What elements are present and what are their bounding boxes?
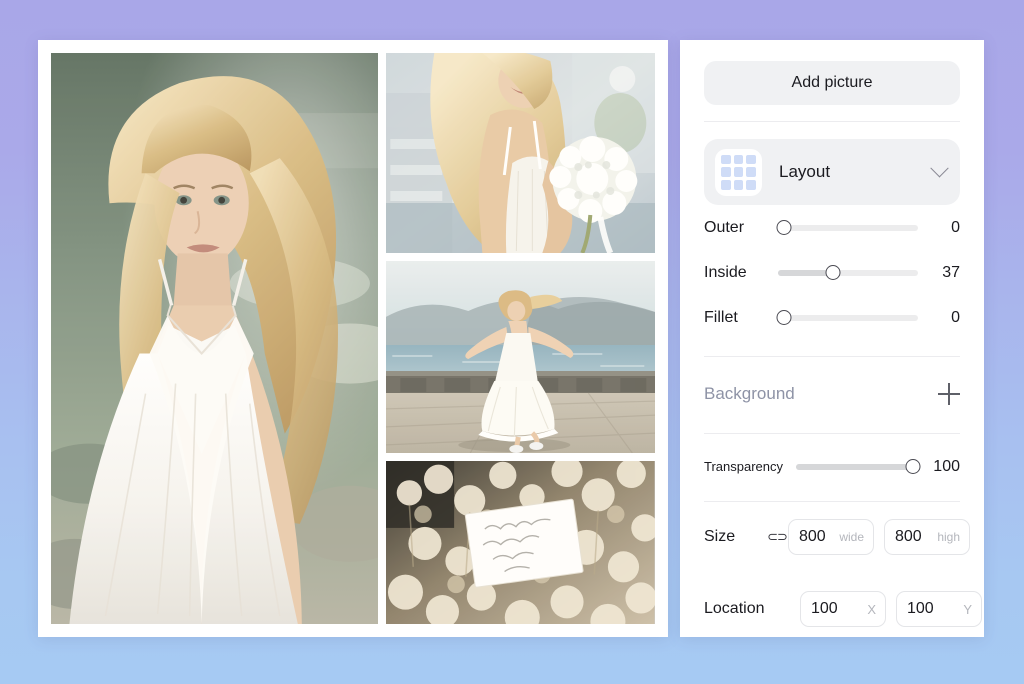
slider-fillet-track[interactable] (776, 308, 918, 328)
collage-canvas-card[interactable] (38, 40, 668, 637)
grid-3x3-icon (715, 148, 762, 196)
photo-main[interactable] (51, 53, 379, 624)
slider-inside[interactable]: Inside 37 (704, 250, 960, 295)
location-y-value: 100 (907, 600, 934, 617)
slider-fillet-knob[interactable] (776, 310, 792, 325)
size-width-value: 800 (799, 528, 826, 545)
photo-main-image (51, 53, 379, 624)
location-x-unit: X (867, 601, 876, 617)
divider-background (704, 433, 960, 434)
slider-fillet-label: Fillet (704, 308, 738, 326)
plus-icon[interactable] (938, 383, 960, 405)
chevron-down-icon[interactable] (930, 158, 949, 177)
slider-outer-knob[interactable] (776, 220, 792, 235)
photo-tile-3[interactable] (386, 461, 655, 624)
divider-top (704, 121, 960, 122)
photo-tile-1[interactable] (386, 53, 655, 253)
slider-outer-track[interactable] (776, 218, 918, 238)
photo-tile-1-image (386, 53, 655, 253)
slider-transparency-knob[interactable] (905, 459, 921, 474)
size-height-unit: high (937, 530, 960, 544)
slider-outer[interactable]: Outer 0 (704, 205, 960, 250)
slider-inside-value: 37 (942, 263, 960, 281)
photo-tile-2[interactable] (386, 261, 655, 453)
slider-transparency-track[interactable] (796, 457, 921, 477)
size-width-unit: wide (839, 530, 864, 544)
size-section: Size ⊂⊃ 800 wide 800 high (704, 510, 970, 564)
photo-tile-2-image (386, 261, 655, 453)
location-y-field[interactable]: 100 Y (896, 591, 982, 627)
slider-outer-track-bg (778, 224, 918, 231)
slider-fillet[interactable]: Fillet 0 (704, 295, 960, 340)
location-x-field[interactable]: 100 X (800, 591, 886, 627)
slider-inside-knob[interactable] (825, 265, 841, 280)
add-picture-button[interactable]: Add picture (704, 61, 960, 105)
location-label: Location (704, 600, 765, 617)
location-x-value: 100 (811, 600, 838, 617)
divider-sliders (704, 356, 960, 357)
slider-transparency-label: Transparency (704, 459, 783, 474)
layout-label: Layout (779, 162, 831, 181)
slider-fillet-track-bg (778, 314, 918, 321)
location-y-unit: Y (963, 601, 972, 617)
size-height-field[interactable]: 800 high (884, 519, 970, 555)
slider-transparency-fill (796, 463, 914, 470)
background-section: Background (704, 371, 960, 417)
background-label: Background (704, 384, 795, 403)
collage-grid (51, 53, 655, 624)
slider-outer-value: 0 (951, 218, 960, 236)
layout-selector[interactable]: Layout (704, 139, 960, 205)
slider-fillet-value: 0 (951, 308, 960, 326)
slider-transparency[interactable]: Transparency 100 (704, 444, 960, 489)
divider-transparency (704, 501, 960, 502)
collage-column-left (51, 53, 379, 624)
slider-inside-track[interactable] (778, 263, 918, 283)
properties-panel: Add picture Layout Outer 0 Inside 37 Fil… (680, 40, 984, 637)
slider-outer-label: Outer (704, 218, 745, 236)
size-height-value: 800 (895, 528, 922, 545)
slider-transparency-value: 100 (933, 457, 960, 475)
collage-column-right (386, 53, 655, 624)
size-width-field[interactable]: 800 wide (788, 519, 874, 555)
photo-tile-3-image (386, 461, 655, 624)
broken-link-icon[interactable]: ⊂⊃ (766, 529, 788, 545)
location-section: Location 100 X 100 Y (704, 582, 982, 636)
slider-inside-label: Inside (704, 263, 747, 281)
size-label: Size (704, 528, 736, 545)
